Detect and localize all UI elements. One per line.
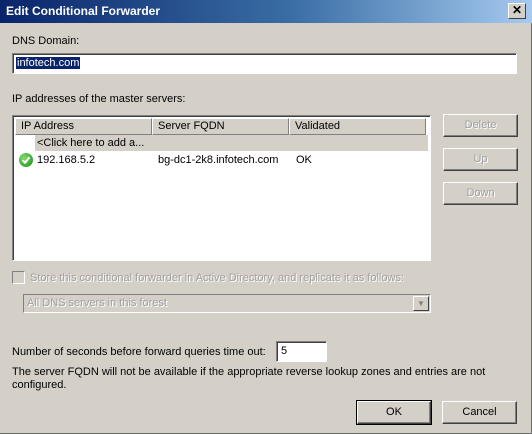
dns-domain-value: infotech.com [16,57,81,69]
replication-scope-value: All DNS servers in this forest [27,297,167,309]
column-header-server-fqdn[interactable]: Server FQDN [152,118,289,135]
delete-button[interactable]: Delete [443,114,518,137]
replication-scope-dropdown[interactable]: All DNS servers in this forest ▼ [23,294,431,313]
cancel-button[interactable]: Cancel [442,401,517,424]
edit-conditional-forwarder-dialog: Edit Conditional Forwarder ✕ DNS Domain:… [0,0,532,434]
column-header-validated[interactable]: Validated [289,118,426,135]
store-in-ad-label: Store this conditional forwarder in Acti… [30,272,404,284]
table-row[interactable]: 192.168.5.2 bg-dc1-2k8.infotech.com OK [15,152,428,168]
timeout-value: 5 [281,345,288,357]
check-circle-icon [19,153,33,167]
master-servers-list[interactable]: IP Address Server FQDN Validated <Click … [12,115,431,261]
fqdn-note-line-2: configured. [12,379,67,391]
store-in-ad-checkbox[interactable] [12,271,25,284]
close-button[interactable]: ✕ [508,3,526,19]
down-button[interactable]: Down [443,182,518,205]
row-validated: OK [296,154,312,166]
dns-domain-label: DNS Domain: [12,35,80,47]
dns-domain-input[interactable]: infotech.com [12,53,517,74]
dropdown-arrow-icon[interactable]: ▼ [413,296,429,311]
list-header: IP Address Server FQDN Validated [15,118,430,135]
column-header-ip-address[interactable]: IP Address [15,118,152,135]
timeout-label: Number of seconds before forward queries… [12,346,266,358]
add-entry-row[interactable]: <Click here to add a... [15,135,428,151]
row-ip-address: 192.168.5.2 [37,154,96,166]
title-bar[interactable]: Edit Conditional Forwarder ✕ [0,0,532,23]
close-icon: ✕ [511,3,523,17]
up-button[interactable]: Up [443,148,518,171]
master-servers-label: IP addresses of the master servers: [12,93,186,105]
window-title: Edit Conditional Forwarder [6,4,161,18]
fqdn-note-line-1: The server FQDN will not be available if… [12,366,486,378]
row-server-fqdn: bg-dc1-2k8.infotech.com [158,154,279,166]
timeout-input[interactable]: 5 [276,341,327,362]
add-entry-text: <Click here to add a... [37,137,145,149]
ok-button[interactable]: OK [356,400,432,425]
